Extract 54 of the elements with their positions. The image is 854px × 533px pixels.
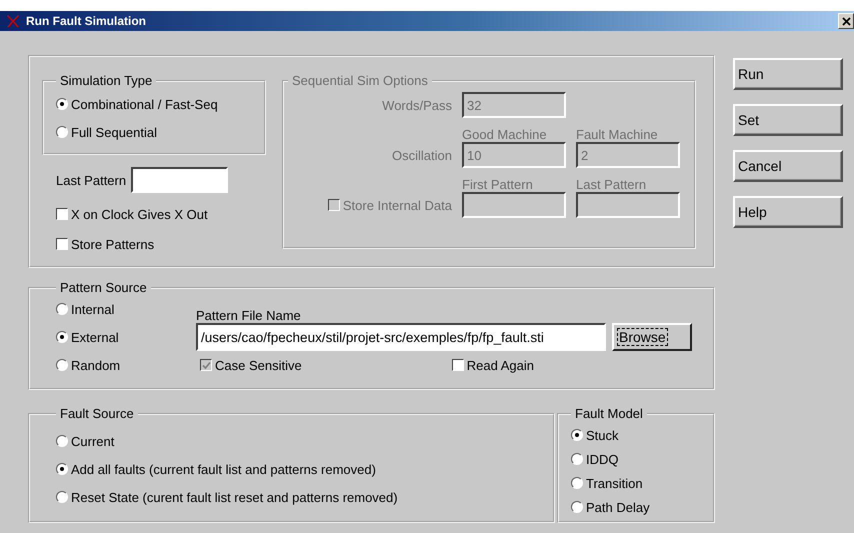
radio-circle[interactable] [56,435,68,447]
radio-circle[interactable] [571,429,583,441]
radio-option[interactable]: Stuck [571,423,703,447]
column-caption: Fault Machine [576,126,659,142]
group-title: Pattern Source [59,280,148,295]
x-logo-icon [6,14,20,28]
radio-option[interactable]: Transition [571,471,703,495]
checkbox-option[interactable]: Store Patterns [56,229,266,259]
checkbox[interactable] [56,208,68,220]
radio-option[interactable]: Full Sequential [56,118,254,146]
dialog-button[interactable]: Set [733,104,843,136]
radio-option[interactable]: Current [56,427,543,455]
radio-circle[interactable] [571,453,583,465]
last-pattern-field[interactable] [131,167,228,193]
dialog-button[interactable]: Help [733,196,843,228]
radio-circle[interactable] [56,359,68,371]
group-title: Simulation Type [59,73,154,88]
browse-button[interactable]: Browse [612,323,692,351]
column-caption: Good Machine [462,126,548,142]
checkbox-option[interactable]: X on Clock Gives X Out [56,199,266,229]
radio-circle[interactable] [56,491,68,503]
radio-option[interactable]: Random [56,351,196,379]
column-caption: Last Pattern [576,176,648,192]
radio-option[interactable]: IDDQ [571,447,703,471]
close-icon [842,16,850,26]
radio-option[interactable]: Internal [56,295,196,323]
checkbox[interactable] [56,238,68,250]
radio-circle[interactable] [56,463,68,475]
field-label: Last Pattern [56,172,126,188]
radio-circle[interactable] [56,331,68,343]
radio-circle[interactable] [56,126,68,138]
field-label: Pattern File Name [196,308,302,323]
radio-option[interactable]: External [56,323,196,351]
dialog-button[interactable]: Run [733,58,843,90]
field-label: Oscillation [391,148,452,162]
radio-circle[interactable] [571,477,583,489]
dialog-button[interactable]: Cancel [733,150,843,182]
radio-circle[interactable] [571,501,583,513]
checkbox-option[interactable]: Read Again [452,358,534,372]
radio-option[interactable]: Add all faults (current fault list and patterns removed) [56,455,543,483]
group-title: Sequential Sim Options [291,73,429,88]
checkbox[interactable] [452,359,464,371]
radio-circle[interactable] [56,303,68,315]
column-caption: First Pattern [462,176,534,192]
radio-option[interactable]: Path Delay [571,495,703,519]
group-title: Fault Source [59,406,135,421]
field-label: Words/Pass [381,98,452,112]
group-title: Fault Model [574,406,644,421]
close-button[interactable] [838,13,854,29]
radio-option[interactable]: Combinational / Fast-Seq [56,90,254,118]
radio-circle[interactable] [56,98,68,110]
file-name-field[interactable]: /users/cao/fpecheux/stil/projet-src/exemples/fp/fp_fault.sti [196,323,606,351]
radio-option[interactable]: Reset State (curent fault list reset and patterns removed) [56,483,543,511]
window-title: Run Fault Simulation [26,14,147,28]
